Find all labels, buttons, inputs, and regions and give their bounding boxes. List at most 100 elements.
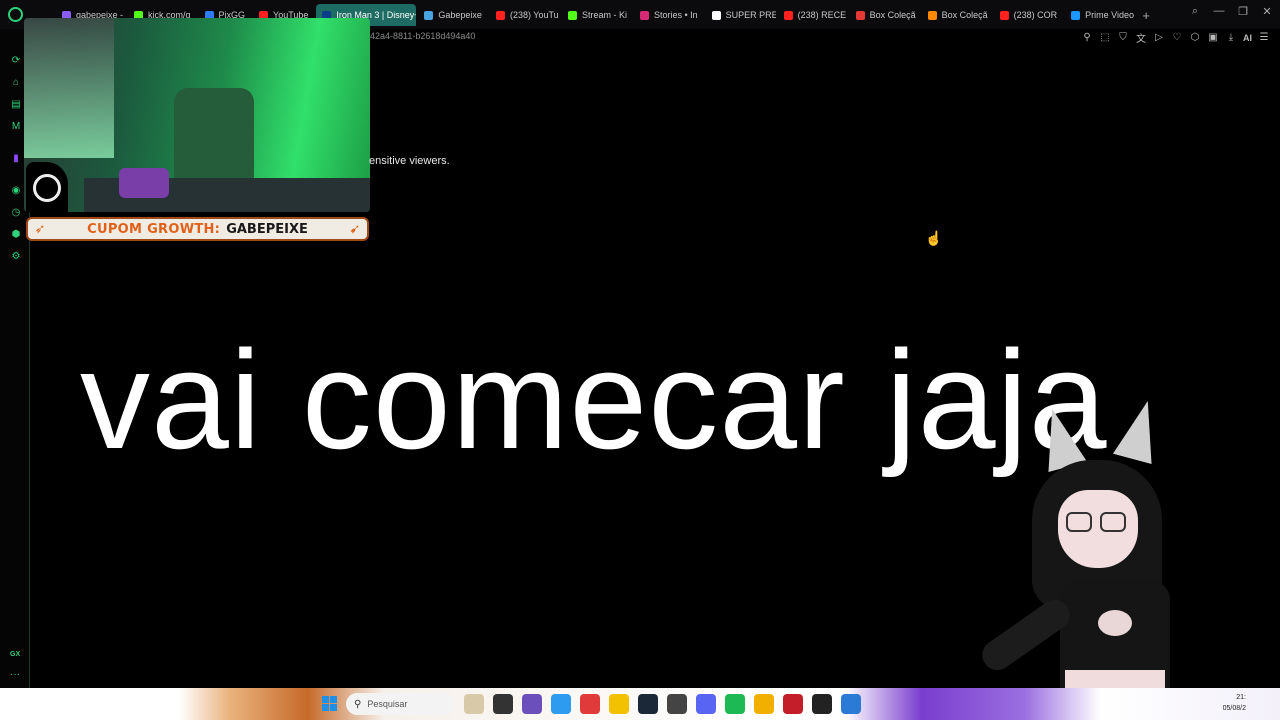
webcam-shelf: [24, 18, 114, 158]
sidebar-mail-icon[interactable]: M: [10, 121, 22, 133]
taskbar-app-folder-icon[interactable]: [609, 694, 629, 714]
taskbar-app-widgets-icon[interactable]: [464, 694, 484, 714]
search-tabs-icon[interactable]: ⌕: [1188, 5, 1202, 18]
toolbar-icons: ⚲ ⬚ ⛉ 文 ▷ ♡ ⬡ ▣ ⤓ AI ☰: [1081, 30, 1270, 45]
sidebar-more-icon[interactable]: ···: [10, 669, 20, 680]
download-icon[interactable]: ⤓: [1225, 32, 1237, 43]
translate-icon[interactable]: 文: [1135, 30, 1147, 45]
avatar-glasses-left: [1066, 512, 1092, 532]
rocket-icon: ➶: [34, 221, 46, 236]
taskbar-app-steam-icon[interactable]: [638, 694, 658, 714]
coupon-code: GABEPEIXE: [226, 221, 308, 237]
sidebar-gx-label[interactable]: GX: [10, 651, 20, 658]
taskbar-apps: [464, 694, 861, 714]
avatar-glasses-right: [1100, 512, 1126, 532]
taskbar-app-game-icon[interactable]: [522, 694, 542, 714]
address-bar-url[interactable]: 42a4-8811-b2618d494a40: [370, 31, 475, 41]
browser-tab[interactable]: Box Coleçã: [922, 4, 992, 26]
browser-tab[interactable]: SUPER PRE: [706, 4, 776, 26]
taskbar-app-obs-icon[interactable]: [812, 694, 832, 714]
menu-icon[interactable]: ☰: [1258, 32, 1270, 43]
tab-favicon-icon: [567, 10, 577, 20]
browser-tab[interactable]: Prime Video: [1065, 4, 1135, 26]
play-icon[interactable]: ▷: [1153, 32, 1165, 43]
browser-tab[interactable]: Box Coleçã: [850, 4, 920, 26]
minimize-icon[interactable]: —: [1212, 5, 1226, 18]
tab-favicon-icon: [424, 10, 434, 20]
taskbar-app-epic-icon[interactable]: [667, 694, 687, 714]
tab-favicon-icon: [927, 10, 937, 20]
clock-date: 05/08/2: [1222, 705, 1246, 712]
tab-label: Gabepeixe: [438, 10, 482, 20]
tab-favicon-icon: [711, 10, 721, 20]
tab-label: (238) COR: [1013, 10, 1058, 20]
fish-icon: ➹: [349, 221, 361, 236]
taskbar-app-copilot-icon[interactable]: [551, 694, 571, 714]
tab-label: Box Coleçã: [869, 10, 916, 20]
clock-time: 21:: [1236, 694, 1246, 701]
sidebar-settings-icon[interactable]: ⚙: [10, 251, 22, 263]
taskbar-app-terminal-icon[interactable]: [493, 694, 513, 714]
ai-button[interactable]: AI: [1243, 33, 1252, 43]
opera-gx-logo-icon[interactable]: [8, 7, 23, 22]
sidebar-twitch-icon[interactable]: ▮: [10, 153, 22, 165]
shield-icon[interactable]: ⛉: [1117, 32, 1129, 43]
tab-label: Box Coleçã: [941, 10, 988, 20]
taskbar-clock[interactable]: 21: 05/08/2: [1223, 692, 1246, 714]
browser-tab[interactable]: Stories • In: [634, 4, 704, 26]
heart-icon[interactable]: ♡: [1171, 32, 1183, 43]
sidebar-extensions-icon[interactable]: ⬢: [10, 229, 22, 241]
window-controls: ⌕ — ❐ ✕: [1188, 5, 1274, 18]
tab-favicon-icon: [855, 10, 865, 20]
taskbar-app-recorder-icon[interactable]: [783, 694, 803, 714]
coupon-banner: ➶ CUPOM GROWTH: GABEPEIXE ➹: [26, 217, 369, 241]
coupon-prefix: CUPOM GROWTH:: [87, 221, 221, 237]
webcam-overlay: [24, 18, 370, 212]
tab-favicon-icon: [999, 10, 1009, 20]
new-tab-button[interactable]: +: [1137, 4, 1155, 26]
avatar-keyhole: [1098, 610, 1132, 636]
extensions-icon[interactable]: ⬡: [1189, 32, 1201, 43]
taskbar-app-spotify-icon[interactable]: [725, 694, 745, 714]
sidebar-shop-icon[interactable]: ⌂: [10, 77, 22, 89]
tab-label: Stories • In: [653, 10, 698, 20]
taskbar-app-discord-icon[interactable]: [696, 694, 716, 714]
browser-tab[interactable]: (238) RECE: [778, 4, 848, 26]
webcam-light: [119, 168, 169, 198]
avatar-right-ear: [1113, 396, 1167, 464]
avatar-waist: [1065, 670, 1165, 690]
browser-tab[interactable]: (238) YouTu: [490, 4, 560, 26]
tab-label: Prime Video: [1085, 10, 1134, 20]
close-icon[interactable]: ✕: [1260, 5, 1274, 18]
stream-headline: vai comecar jaja: [80, 321, 1108, 478]
tab-favicon-icon: [1071, 10, 1081, 20]
tab-label: SUPER PRE: [725, 10, 776, 20]
sidebar-history-icon[interactable]: ◷: [10, 207, 22, 219]
search-icon: ⚲: [354, 698, 362, 710]
snapshot-icon[interactable]: ⬚: [1099, 32, 1111, 43]
wallet-icon[interactable]: ▣: [1207, 32, 1219, 43]
taskbar-app-photos-icon[interactable]: [841, 694, 861, 714]
hand-cursor-icon: ☝: [925, 230, 943, 246]
tab-favicon-icon: [495, 10, 505, 20]
taskbar-search-placeholder: Pesquisar: [367, 699, 408, 709]
tab-label: (238) YouTu: [509, 10, 559, 20]
browser-tab[interactable]: (238) COR: [994, 4, 1064, 26]
channel-logo-icon: [26, 162, 68, 212]
tab-favicon-icon: [783, 10, 793, 20]
taskbar-app-chrome-icon[interactable]: [754, 694, 774, 714]
bookmark-icon[interactable]: ⚲: [1081, 32, 1093, 43]
tab-favicon-icon: [639, 10, 649, 20]
sidebar-news-icon[interactable]: ▤: [10, 99, 22, 111]
taskbar-search[interactable]: ⚲ Pesquisar: [346, 693, 456, 715]
maximize-icon[interactable]: ❐: [1236, 5, 1250, 18]
browser-tab[interactable]: Gabepeixe: [418, 4, 488, 26]
sidebar-player-icon[interactable]: ◉: [10, 185, 22, 197]
windows-start-icon[interactable]: [322, 696, 337, 711]
vtuber-avatar: [970, 400, 1220, 690]
taskbar-app-opera-icon[interactable]: [580, 694, 600, 714]
browser-tab[interactable]: Stream - Ki: [562, 4, 632, 26]
tab-label: Stream - Ki: [581, 10, 627, 20]
windows-taskbar: ⚲ Pesquisar 21: 05/08/2: [0, 688, 1280, 720]
sidebar-refresh-icon[interactable]: ⟳: [10, 55, 22, 67]
